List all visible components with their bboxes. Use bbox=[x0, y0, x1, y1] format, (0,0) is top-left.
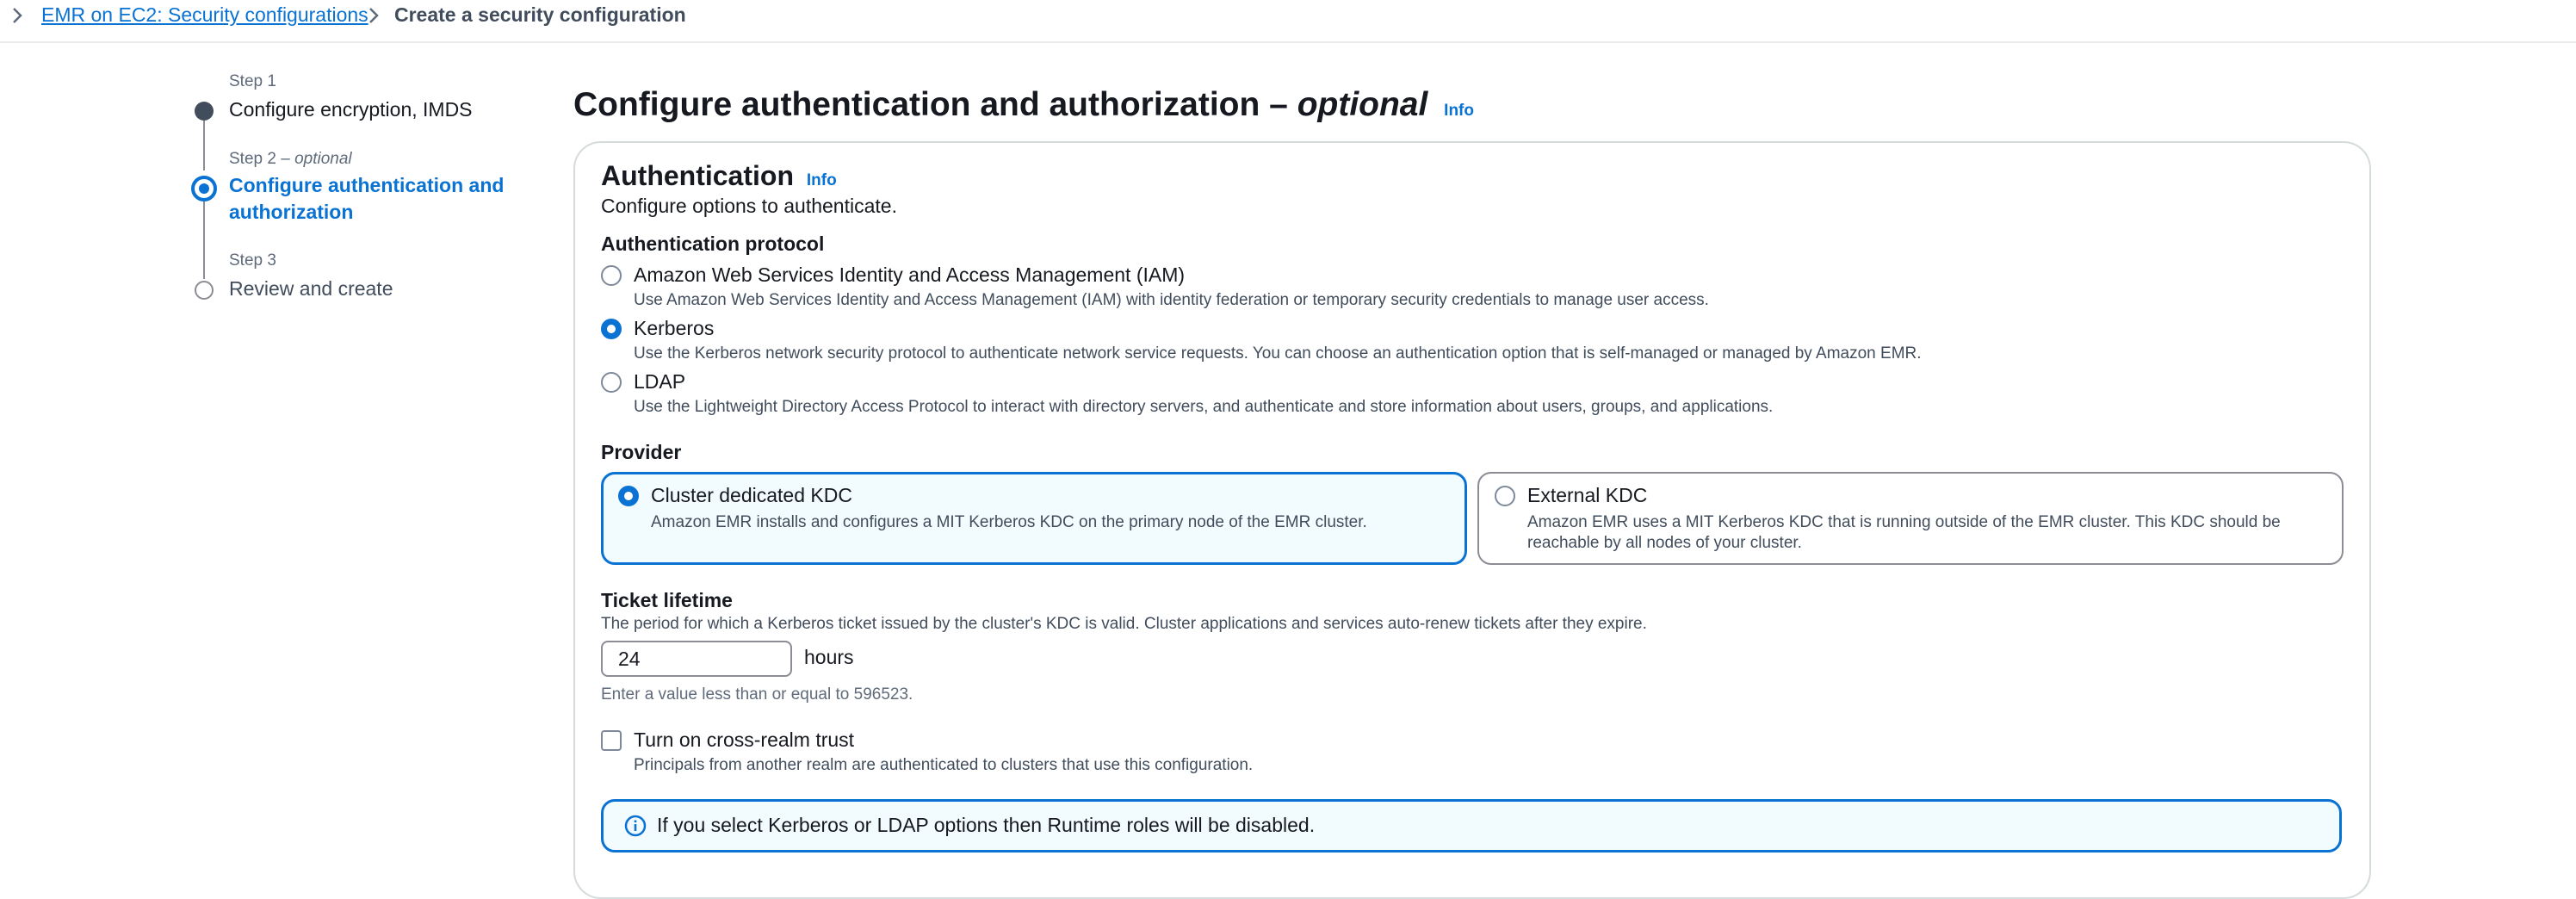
info-circle-icon bbox=[624, 815, 647, 837]
iam-radio[interactable] bbox=[601, 265, 622, 286]
external-kdc-description-line2: reachable by all nodes of your cluster. bbox=[1527, 534, 1802, 552]
step-connector bbox=[203, 121, 205, 170]
section-description: Configure options to authenticate. bbox=[601, 195, 897, 217]
iam-option-description: Use Amazon Web Services Identity and Acc… bbox=[634, 291, 1709, 309]
breadcrumb-link-security-configurations[interactable]: EMR on EC2: Security configurations bbox=[41, 0, 368, 29]
breadcrumb: EMR on EC2: Security configurations Crea… bbox=[0, 0, 2576, 43]
ldap-option-label[interactable]: LDAP bbox=[634, 370, 685, 394]
ticket-lifetime-unit: hours bbox=[804, 646, 854, 668]
cross-realm-trust-checkbox[interactable] bbox=[601, 730, 622, 751]
step-pending-icon bbox=[195, 281, 214, 300]
ticket-lifetime-constraint: Enter a value less than or equal to 5965… bbox=[601, 685, 913, 704]
chevron-right-icon bbox=[7, 2, 28, 29]
info-link[interactable]: Info bbox=[807, 171, 837, 189]
provider-label: Provider bbox=[601, 441, 682, 463]
step-3-label: Step 3 bbox=[229, 251, 276, 270]
step-connector bbox=[203, 202, 205, 279]
ticket-lifetime-label: Ticket lifetime bbox=[601, 589, 733, 611]
step-3-title: Review and create bbox=[229, 277, 393, 300]
external-kdc-label[interactable]: External KDC bbox=[1527, 484, 1647, 507]
breadcrumb-current-page: Create a security configuration bbox=[394, 3, 686, 26]
external-kdc-description-line1: Amazon EMR uses a MIT Kerberos KDC that … bbox=[1527, 513, 2281, 531]
cluster-dedicated-kdc-radio[interactable] bbox=[618, 486, 639, 506]
iam-option-label[interactable]: Amazon Web Services Identity and Access … bbox=[634, 264, 1185, 287]
cross-realm-trust-label[interactable]: Turn on cross-realm trust bbox=[634, 728, 854, 752]
ticket-lifetime-description: The period for which a Kerberos ticket i… bbox=[601, 615, 1647, 633]
step-2-title: Configure authentication and authorizati… bbox=[229, 174, 505, 223]
step-active-icon bbox=[191, 176, 217, 202]
section-title: Authentication Info bbox=[601, 160, 837, 191]
cluster-dedicated-kdc-description: Amazon EMR installs and configures a MIT… bbox=[651, 513, 1367, 531]
info-alert: If you select Kerberos or LDAP options t… bbox=[601, 799, 2342, 852]
info-link[interactable]: Info bbox=[1444, 102, 1474, 120]
kerberos-option-label[interactable]: Kerberos bbox=[634, 317, 714, 340]
cross-realm-trust-description: Principals from another realm are authen… bbox=[634, 756, 1254, 774]
step-1-label: Step 1 bbox=[229, 72, 276, 90]
ldap-option-description: Use the Lightweight Directory Access Pro… bbox=[634, 398, 1774, 416]
ticket-lifetime-input[interactable]: 24 bbox=[601, 641, 792, 677]
kerberos-option-description: Use the Kerberos network security protoc… bbox=[634, 344, 1922, 363]
step-2-label: Step 2 – optional bbox=[229, 150, 352, 168]
ldap-radio[interactable] bbox=[601, 372, 622, 393]
page-title: Configure authentication and authorizati… bbox=[573, 86, 1474, 123]
step-complete-icon bbox=[195, 102, 214, 121]
chevron-right-icon bbox=[363, 2, 384, 29]
step-1-link[interactable]: Configure encryption, IMDS bbox=[229, 96, 473, 123]
kerberos-radio[interactable] bbox=[601, 319, 622, 339]
authentication-protocol-label: Authentication protocol bbox=[601, 232, 825, 255]
external-kdc-radio[interactable] bbox=[1495, 486, 1515, 506]
info-alert-text: If you select Kerberos or LDAP options t… bbox=[657, 814, 1316, 836]
cluster-dedicated-kdc-label[interactable]: Cluster dedicated KDC bbox=[651, 484, 852, 507]
